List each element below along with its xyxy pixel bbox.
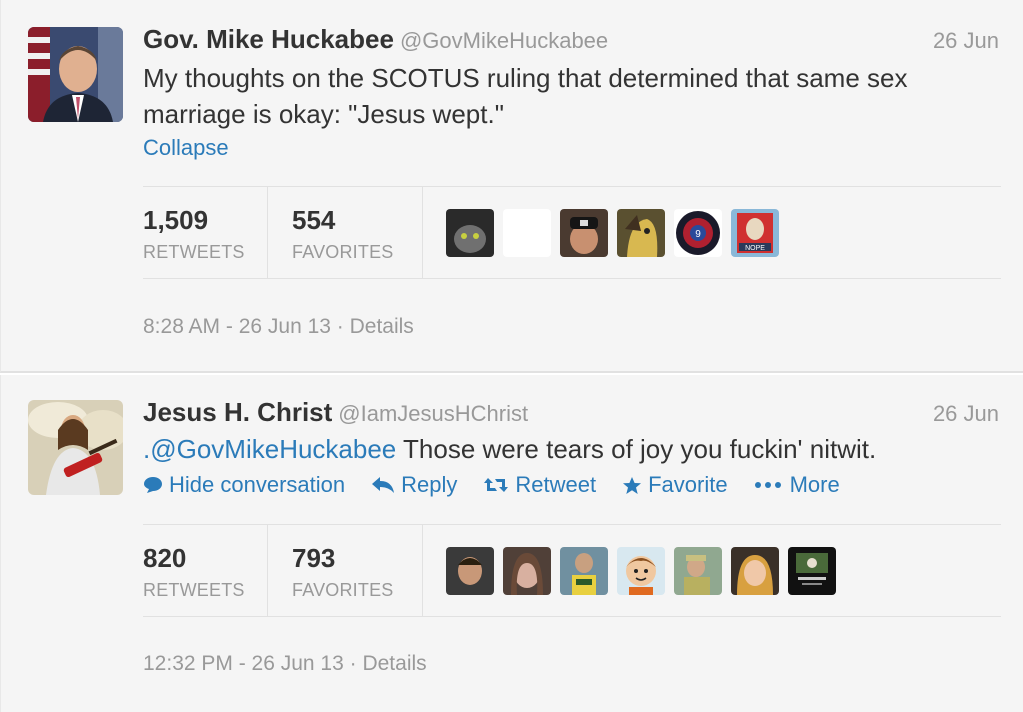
avatar-jesus[interactable] <box>28 400 123 495</box>
author-name[interactable]: Jesus H. Christ @IamJesusHChrist <box>143 397 528 428</box>
tweet-stats: 820 RETWEETS 793 FAVORITES <box>143 524 1001 617</box>
user-avatar[interactable] <box>503 208 551 257</box>
tweet-date[interactable]: 26 Jun <box>933 28 999 54</box>
retweet-button[interactable]: Retweet <box>483 472 596 498</box>
tweet-timestamp[interactable]: 12:32 PM - 26 Jun 13 · Details <box>143 652 427 676</box>
tweet-timestamp[interactable]: 8:28 AM - 26 Jun 13 · Details <box>143 315 414 339</box>
user-avatar[interactable] <box>446 546 494 595</box>
user-avatar[interactable] <box>617 546 665 595</box>
favorite-button[interactable]: Favorite <box>622 472 728 498</box>
favorite-count[interactable]: 793 FAVORITES <box>268 525 423 616</box>
tweet-jesus: Jesus H. Christ @IamJesusHChrist 26 Jun .… <box>0 375 1023 712</box>
tweet-actions: Hide conversation Reply Retweet Favorite… <box>143 472 866 498</box>
user-avatar[interactable]: 9 <box>674 208 722 257</box>
user-avatar[interactable] <box>560 546 608 595</box>
user-avatar[interactable] <box>617 208 665 257</box>
favorite-count[interactable]: 554 FAVORITES <box>268 187 423 278</box>
tweet-date[interactable]: 26 Jun <box>933 401 999 427</box>
user-avatar[interactable] <box>446 208 494 257</box>
user-avatar[interactable] <box>503 546 551 595</box>
mention-link[interactable]: .@GovMikeHuckabee <box>143 434 396 464</box>
reply-button[interactable]: Reply <box>371 472 457 498</box>
tweet-stats: 1,509 RETWEETS 554 FAVORITES 9 NOPE <box>143 186 1001 279</box>
svg-text:NOPE: NOPE <box>745 245 765 252</box>
retweet-icon <box>484 478 509 492</box>
svg-text:9: 9 <box>695 229 701 240</box>
favoriters-avatars: 9 NOPE <box>423 187 788 278</box>
star-icon <box>623 476 642 494</box>
author-handle[interactable]: @IamJesusHChrist <box>338 401 528 426</box>
user-avatar[interactable]: NOPE <box>731 208 779 257</box>
author-name[interactable]: Gov. Mike Huckabee @GovMikeHuckabee <box>143 24 608 55</box>
favoriters-avatars <box>423 525 845 616</box>
user-avatar[interactable] <box>560 208 608 257</box>
hide-conversation-button[interactable]: Hide conversation <box>143 472 345 498</box>
reply-icon <box>372 477 395 493</box>
avatar-huckabee[interactable] <box>28 27 123 122</box>
speech-bubble-icon <box>144 477 162 493</box>
user-avatar[interactable] <box>788 546 836 595</box>
user-avatar[interactable] <box>731 546 779 595</box>
retweet-count[interactable]: 820 RETWEETS <box>143 525 268 616</box>
user-avatar[interactable] <box>674 546 722 595</box>
tweet-text: .@GovMikeHuckabee Those were tears of jo… <box>143 434 877 464</box>
author-handle[interactable]: @GovMikeHuckabee <box>400 28 608 53</box>
more-dots-icon <box>754 482 781 488</box>
collapse-link[interactable]: Collapse <box>143 135 229 161</box>
retweet-count[interactable]: 1,509 RETWEETS <box>143 187 268 278</box>
tweet-huckabee: Gov. Mike Huckabee @GovMikeHuckabee 26 Ju… <box>0 0 1023 373</box>
more-button[interactable]: More <box>754 472 840 498</box>
tweet-text: My thoughts on the SCOTUS ruling that de… <box>143 63 908 129</box>
